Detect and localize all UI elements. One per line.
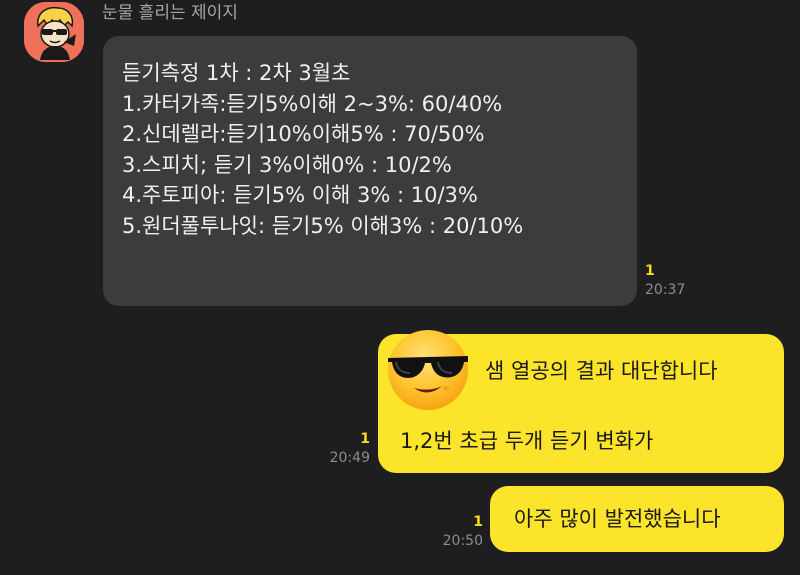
chat-screen: 눈물 흘리는 제이지 듣기측정 1차 : 2차 3월초 1.카터가족:듣기5%이… xyxy=(0,0,800,575)
received-message-meta: 1 20:37 xyxy=(645,262,685,300)
sender-avatar[interactable] xyxy=(24,2,84,62)
sender-name: 눈물 흘리는 제이지 xyxy=(102,3,238,23)
message-line: 2.신데렐라:듣기10%이해5% : 70/50% xyxy=(122,122,485,146)
unread-count: 1 xyxy=(645,263,655,279)
message-line: 1,2번 초급 두개 듣기 변화가 xyxy=(400,429,654,453)
message-line: 4.주토피아: 듣기5% 이해 3% : 10/3% xyxy=(122,183,478,207)
unread-count: 1 xyxy=(360,431,370,447)
sent-message-meta: 1 20:49 xyxy=(330,430,370,468)
sunglasses-smiley-icon xyxy=(388,330,468,410)
message-line: 샘 열공의 결과 대단합니다 xyxy=(485,359,718,383)
message-line: 1.카터가족:듣기5%이해 2~3%: 60/40% xyxy=(122,91,503,116)
message-line: 듣기측정 1차 : 2차 3월초 xyxy=(122,61,351,85)
message-line: 아주 많이 발전했습니다 xyxy=(514,507,721,531)
received-message-bubble[interactable]: 듣기측정 1차 : 2차 3월초 1.카터가족:듣기5%이해 2~3%: 60/… xyxy=(103,36,637,306)
message-line: 5.원더풀투나잇: 듣기5% 이해3% : 20/10% xyxy=(122,213,524,238)
unread-count: 1 xyxy=(473,514,483,530)
sent-message-meta: 1 20:50 xyxy=(443,513,483,551)
avatar-character-icon xyxy=(24,2,84,62)
sent-message-bubble[interactable]: 아주 많이 발전했습니다 xyxy=(490,486,784,552)
message-time: 20:49 xyxy=(329,450,370,466)
message-line: 3.스피치; 듣기 3%이해0% : 10/2% xyxy=(122,152,452,177)
message-time: 20:37 xyxy=(645,282,686,298)
message-time: 20:50 xyxy=(442,533,483,549)
